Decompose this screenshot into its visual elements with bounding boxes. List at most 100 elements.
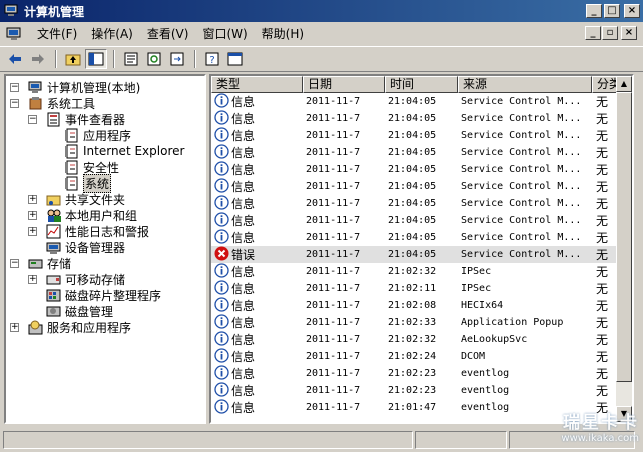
- table-row[interactable]: 信息 2011-11-7 21:02:24 DCOM 无: [211, 347, 632, 365]
- column-header-date[interactable]: 日期: [303, 76, 385, 93]
- tree-item[interactable]: 共享文件夹: [46, 191, 125, 207]
- cell-type: 信息: [211, 398, 303, 417]
- tree-item[interactable]: 性能日志和警报: [46, 223, 149, 239]
- cell-time: 21:04:05: [388, 181, 437, 192]
- mdi-minimize-button[interactable]: _: [585, 26, 601, 40]
- error-icon: [214, 246, 231, 264]
- tree-expander[interactable]: +: [28, 195, 37, 204]
- scroll-thumb[interactable]: [616, 92, 632, 382]
- export-list-button[interactable]: [166, 49, 188, 69]
- tree-expander[interactable]: +: [28, 227, 37, 236]
- table-row[interactable]: 信息 2011-11-7 21:04:05 Service Control M... 无: [211, 126, 632, 144]
- system-tools-icon: [28, 96, 44, 111]
- table-row[interactable]: 信息 2011-11-7 21:02:08 HECIx64 无: [211, 296, 632, 314]
- forward-button[interactable]: [27, 49, 49, 69]
- help-button[interactable]: ?: [201, 49, 223, 69]
- tree-item[interactable]: 磁盘管理: [46, 303, 113, 319]
- tree-item[interactable]: 系统工具: [28, 95, 95, 111]
- properties-button[interactable]: [120, 49, 142, 69]
- table-row[interactable]: 信息 2011-11-7 21:04:05 Service Control M... 无: [211, 177, 632, 196]
- show-hide-tree-button[interactable]: [85, 49, 107, 69]
- table-row[interactable]: 信息 2011-11-7 21:02:32 IPSec 无: [211, 262, 632, 280]
- table-row[interactable]: 信息 2011-11-7 21:04:05 Service Control M... 无: [211, 143, 632, 161]
- tree-item[interactable]: 可移动存储: [46, 271, 125, 287]
- back-button[interactable]: [4, 49, 26, 69]
- cell-date: 2011-11-7: [306, 181, 361, 192]
- tree-item[interactable]: 存储: [28, 255, 71, 271]
- cell-type: 信息: [211, 92, 303, 111]
- tree-expander[interactable]: +: [28, 275, 37, 284]
- table-row[interactable]: 信息 2011-11-7 21:02:33 Application Popup 无: [211, 313, 632, 331]
- tree-expander[interactable]: −: [28, 115, 37, 124]
- tree-item[interactable]: 本地用户和组: [46, 207, 137, 223]
- shared-folder-icon: [46, 192, 62, 207]
- column-header-source[interactable]: 来源: [458, 76, 592, 93]
- up-one-level-button[interactable]: [62, 49, 84, 69]
- tree-item[interactable]: 系统: [64, 173, 112, 193]
- cell-date: 2011-11-7: [306, 266, 361, 277]
- menu-file[interactable]: 文件(F): [30, 24, 84, 44]
- info-icon: [214, 177, 231, 196]
- status-panel: [3, 431, 413, 449]
- tree-expander[interactable]: −: [10, 99, 19, 108]
- removable-storage-icon: [46, 272, 62, 287]
- table-row[interactable]: 信息 2011-11-7 21:04:05 Service Control M... 无: [211, 160, 632, 178]
- tree-item[interactable]: 应用程序: [64, 127, 131, 143]
- menu-window[interactable]: 窗口(W): [195, 24, 254, 44]
- tree-item[interactable]: Internet Explorer: [64, 143, 184, 159]
- table-row[interactable]: 信息 2011-11-7 21:04:05 Service Control M... 无: [211, 228, 632, 246]
- cell-type: 信息: [211, 109, 303, 128]
- refresh-icon: [147, 52, 161, 66]
- console-button[interactable]: [224, 49, 246, 69]
- tree-item[interactable]: 设备管理器: [46, 239, 125, 255]
- scroll-up-button[interactable]: ▲: [616, 76, 632, 92]
- show-hide-tree-icon: [88, 52, 104, 66]
- minimize-button[interactable]: _: [586, 4, 602, 18]
- table-row[interactable]: 信息 2011-11-7 21:02:23 eventlog 无: [211, 364, 632, 383]
- event-type-label: 信息: [231, 95, 256, 109]
- tree-item[interactable]: 事件查看器: [46, 111, 125, 127]
- table-row[interactable]: 信息 2011-11-7 21:02:32 AeLookupSvc 无: [211, 330, 632, 348]
- event-type-label: 信息: [231, 401, 256, 415]
- disk-management-icon: [46, 304, 62, 319]
- tree-item[interactable]: 服务和应用程序: [28, 319, 131, 335]
- table-row[interactable]: 信息 2011-11-7 21:04:05 Service Control M... 无: [211, 194, 632, 212]
- cell-source: Application Popup: [461, 317, 564, 328]
- event-type-label: 信息: [231, 299, 256, 313]
- maximize-button[interactable]: □: [604, 4, 620, 18]
- toolbar-separator: [194, 50, 196, 68]
- tree-item[interactable]: 磁盘碎片整理程序: [46, 287, 161, 303]
- menu-help[interactable]: 帮助(H): [255, 24, 311, 44]
- cell-date: 2011-11-7: [306, 113, 361, 124]
- tree-expander[interactable]: +: [10, 323, 19, 332]
- tree-item[interactable]: 计算机管理(本地): [28, 79, 140, 95]
- mdi-close-button[interactable]: ×: [621, 26, 637, 40]
- cell-source: Service Control M...: [461, 130, 582, 141]
- cell-time: 21:02:24: [388, 351, 437, 362]
- cell-date: 2011-11-7: [306, 198, 361, 209]
- table-row[interactable]: 信息 2011-11-7 21:04:05 Service Control M... 无: [211, 92, 632, 111]
- table-row[interactable]: 信息 2011-11-7 21:04:05 Service Control M... 无: [211, 109, 632, 128]
- info-icon: [214, 364, 231, 383]
- table-row[interactable]: 错误 2011-11-7 21:04:05 Service Control M... 无: [211, 246, 632, 264]
- column-header-time[interactable]: 时间: [385, 76, 458, 93]
- refresh-button[interactable]: [143, 49, 165, 69]
- computer-management-icon: [4, 4, 18, 16]
- tree-expander[interactable]: −: [10, 83, 19, 92]
- cell-source: Service Control M...: [461, 181, 582, 192]
- table-row[interactable]: 信息 2011-11-7 21:02:11 IPSec 无: [211, 279, 632, 297]
- console-tree: − 计算机管理(本地) − 系统工具 − 事件查看器 应用程序 Internet Explor…: [4, 74, 206, 424]
- menu-view[interactable]: 查看(V): [140, 24, 196, 44]
- table-row[interactable]: 信息 2011-11-7 21:04:05 Service Control M... 无: [211, 211, 632, 229]
- mdi-restore-button[interactable]: ▫: [602, 26, 618, 40]
- menu-action[interactable]: 操作(A): [84, 24, 140, 44]
- table-row[interactable]: 信息 2011-11-7 21:02:23 eventlog 无: [211, 381, 632, 399]
- vertical-scrollbar[interactable]: ▲ ▼: [616, 76, 632, 422]
- tree-expander[interactable]: +: [28, 211, 37, 220]
- tree-expander[interactable]: −: [10, 259, 19, 268]
- close-button[interactable]: ×: [624, 4, 640, 18]
- menu-bar: 文件(F) 操作(A) 查看(V) 窗口(W) 帮助(H) _ ▫ ×: [0, 22, 643, 46]
- tree-item-label: 存储: [47, 256, 72, 271]
- column-header-type[interactable]: 类型: [211, 76, 303, 93]
- cell-time: 21:02:23: [388, 368, 437, 379]
